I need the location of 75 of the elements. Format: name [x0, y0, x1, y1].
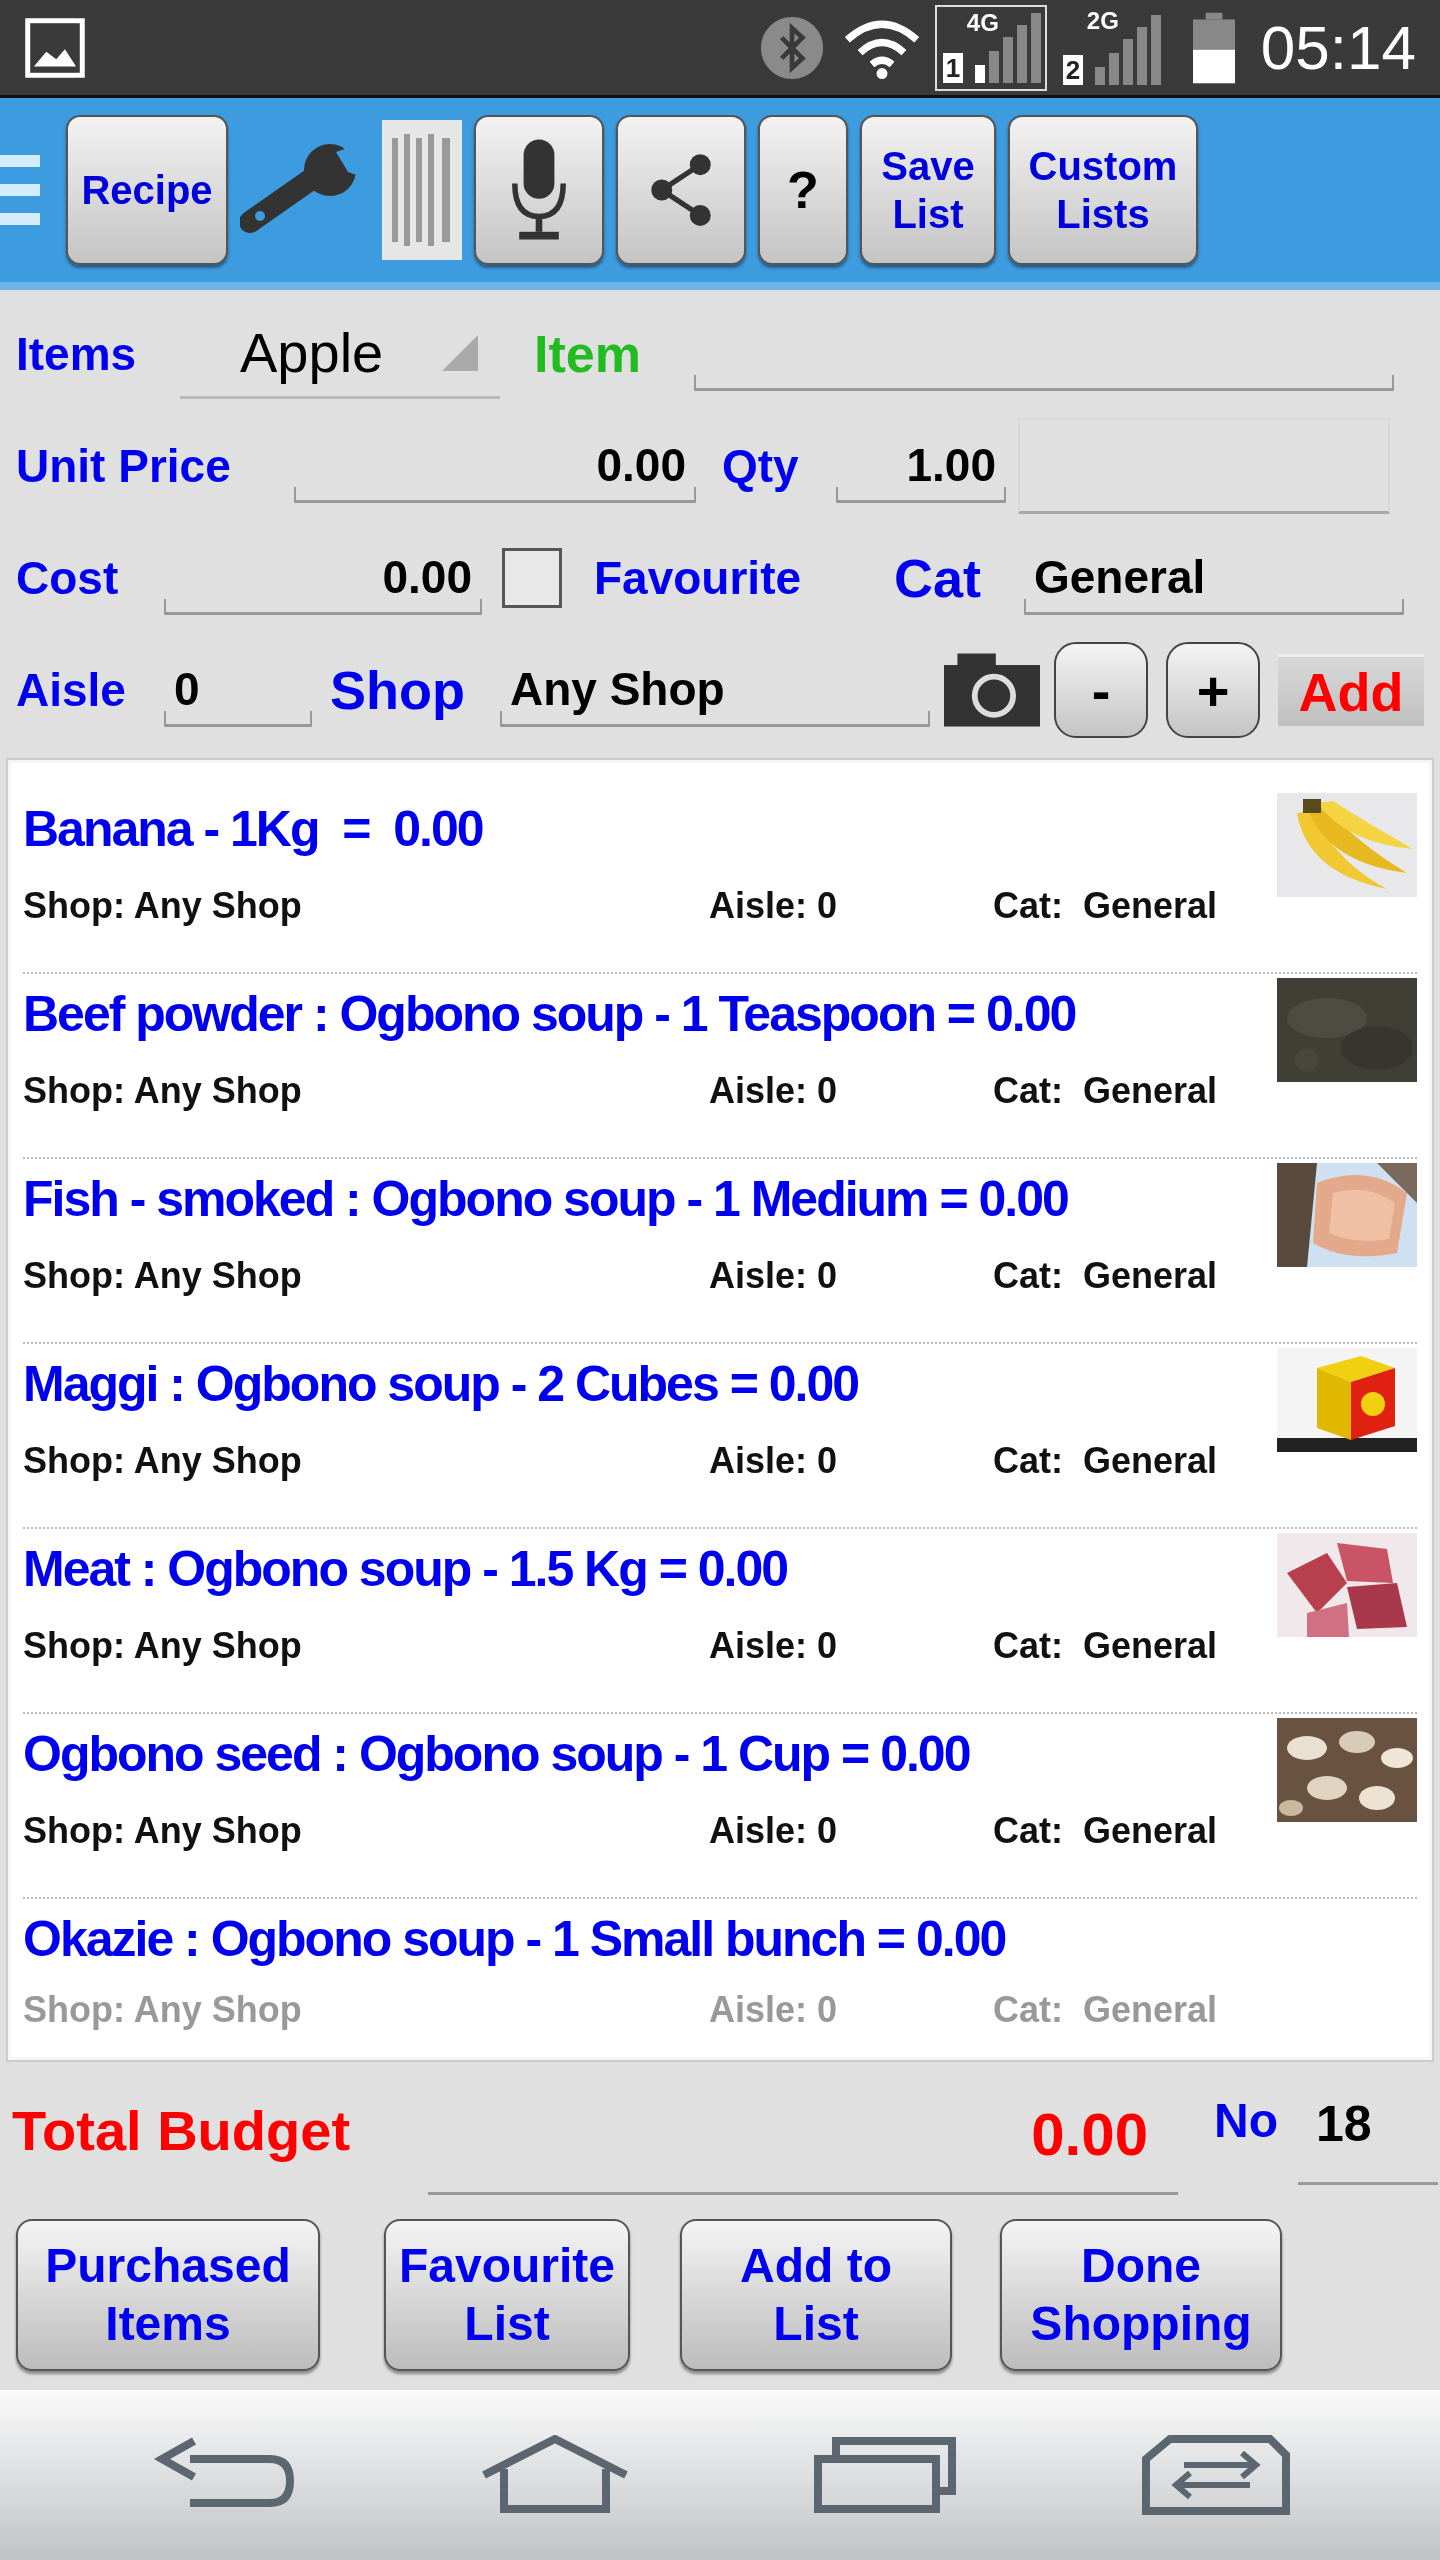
list-item[interactable]: Banana - 1Kg = 0.00 Shop: Any Shop Aisle: 0 Cat: General — [23, 789, 1417, 974]
count-label: No — [1214, 2092, 1278, 2148]
increment-button[interactable]: + — [1166, 642, 1260, 738]
field-label: Items — [16, 327, 138, 381]
item-title: Beef powder : Ogbono soup - 1 Teaspoon = 0.00 — [23, 985, 1077, 1044]
recipe-button[interactable]: Recipe — [66, 115, 228, 265]
field-label: Favourite — [594, 551, 803, 605]
item-title: Fish - smoked : Ogbono soup - 1 Medium = 0.00 — [23, 1170, 1069, 1229]
item-aisle: Aisle: 0 — [709, 885, 839, 927]
item-aisle: Aisle: 0 — [709, 1810, 839, 1852]
list-item[interactable]: Okazie : Ogbono soup - 1 Small bunch = 0.00 Shop: Any Shop Aisle: 0 Cat: General — [23, 1899, 1417, 2039]
field-label: Unit Price — [16, 439, 232, 493]
decrement-button[interactable]: - — [1054, 642, 1148, 738]
list-item[interactable]: Ogbono seed : Ogbono soup - 1 Cup = 0.00 Shop: Any Shop Aisle: 0 Cat: General — [23, 1714, 1417, 1899]
field-label: Aisle — [16, 663, 127, 717]
network-type: 2G — [1086, 6, 1119, 35]
gallery-icon — [24, 16, 86, 79]
action-button[interactable]: Done Shopping — [1000, 2219, 1282, 2371]
item-shop: Shop: Any Shop — [23, 885, 303, 927]
item-category: Cat: General — [993, 1440, 1218, 1482]
item-category: Cat: General — [993, 1810, 1218, 1852]
action-button[interactable]: Favourite List — [384, 2219, 630, 2371]
save-list-button[interactable]: Save List — [860, 115, 996, 265]
item-aisle: Aisle: 0 — [709, 1255, 839, 1297]
list-item[interactable]: Meat : Ogbono soup - 1.5 Kg = 0.00 Shop: Any Shop Aisle: 0 Cat: General — [23, 1529, 1417, 1714]
item-category: Cat: General — [993, 885, 1218, 927]
item-title: Ogbono seed : Ogbono soup - 1 Cup = 0.00 — [23, 1725, 971, 1784]
item-category: Cat: General — [993, 1989, 1218, 2031]
sim-number: 1 — [942, 52, 964, 83]
items-dropdown[interactable]: Apple — [180, 309, 500, 399]
favourite-checkbox[interactable] — [502, 548, 562, 608]
bluetooth-icon — [758, 14, 825, 81]
count-field: 18 — [1298, 2095, 1438, 2185]
help-button[interactable]: ? — [758, 115, 848, 265]
field-label: Cost — [16, 551, 120, 605]
field-label: Shop — [330, 659, 466, 721]
list-item[interactable]: Beef powder : Ogbono soup - 1 Teaspoon = 0.00 Shop: Any Shop Aisle: 0 Cat: General — [23, 974, 1417, 1159]
list-item[interactable]: Fish - smoked : Ogbono soup - 1 Medium = 0.00 Shop: Any Shop Aisle: 0 Cat: General — [23, 1159, 1417, 1344]
list-item[interactable]: Maggi : Ogbono soup - 2 Cubes = 0.00 Shop: Any Shop Aisle: 0 Cat: General — [23, 1344, 1417, 1529]
action-button[interactable]: Add to List — [680, 2219, 952, 2371]
item-shop: Shop: Any Shop — [23, 1810, 303, 1852]
field-label: Cat — [894, 547, 982, 609]
custom-lists-button[interactable]: Custom Lists — [1008, 115, 1198, 265]
microphone-button[interactable] — [474, 115, 604, 265]
item-aisle: Aisle: 0 — [709, 1989, 839, 2031]
item-shop: Shop: Any Shop — [23, 1989, 303, 2031]
item-aisle: Aisle: 0 — [709, 1440, 839, 1482]
item-category: Cat: General — [993, 1255, 1218, 1297]
item-title: Okazie : Ogbono soup - 1 Small bunch = 0.00 — [23, 1910, 1007, 1969]
item-category: Cat: General — [993, 1625, 1218, 1667]
clock-time: 05:14 — [1260, 12, 1416, 83]
field-label: Item — [534, 324, 642, 384]
item-shop: Shop: Any Shop — [23, 1625, 303, 1667]
item-shop: Shop: Any Shop — [23, 1255, 303, 1297]
item-title: Banana - 1Kg = 0.00 — [23, 800, 484, 859]
item-aisle: Aisle: 0 — [709, 1070, 839, 1112]
battery-icon — [1192, 11, 1235, 84]
sim-number: 2 — [1062, 54, 1084, 85]
camera-icon[interactable] — [944, 653, 1040, 727]
switch-window-icon[interactable] — [1140, 2435, 1290, 2515]
item-title: Meat : Ogbono soup - 1.5 Kg = 0.00 — [23, 1540, 789, 1599]
caret-icon — [442, 334, 478, 371]
field-label: Qty — [722, 439, 800, 493]
home-icon[interactable] — [480, 2435, 630, 2515]
item-title: Maggi : Ogbono soup - 2 Cubes = 0.00 — [23, 1355, 860, 1414]
input-field[interactable] — [1018, 418, 1390, 514]
item-shop: Shop: Any Shop — [23, 1440, 303, 1482]
total-budget-field: 0.00 — [428, 2105, 1178, 2195]
action-button[interactable]: Purchased Items — [16, 2219, 320, 2371]
item-aisle: Aisle: 0 — [709, 1625, 839, 1667]
item-shop: Shop: Any Shop — [23, 1070, 303, 1112]
network-type: 4G — [966, 8, 999, 37]
share-button[interactable] — [616, 115, 746, 265]
total-budget-label: Total Budget — [12, 2097, 352, 2163]
item-category: Cat: General — [993, 1070, 1218, 1112]
